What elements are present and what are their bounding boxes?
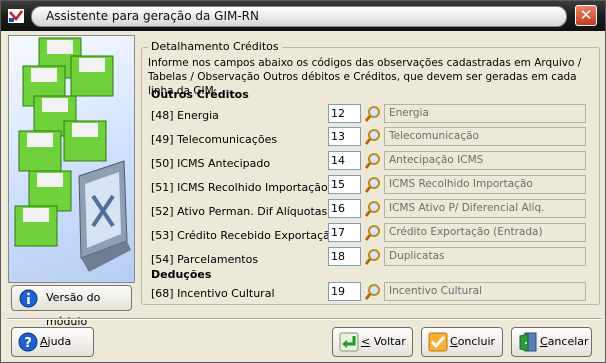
description-field-68: Incentivo Cultural (384, 282, 586, 301)
row-label-68: [68] Incentivo Cultural (151, 287, 275, 300)
magnifier-icon[interactable] (364, 224, 382, 242)
exit-door-icon (519, 332, 537, 352)
group-legend: Detalhamento Créditos (148, 40, 282, 53)
description-field-50: Antecipação ICMS (384, 151, 586, 170)
row-label-50: [50] ICMS Antecipado (151, 157, 271, 170)
description-field-53: Crédito Exportação (Entrada) (384, 223, 586, 242)
svg-text:?: ? (24, 336, 32, 351)
code-input-50[interactable]: 14 (328, 151, 361, 170)
wizard-illustration (8, 35, 135, 283)
title-bar[interactable]: Assistente para geração da GIM-RN ✕ (1, 1, 605, 31)
code-input-51[interactable]: 15 (328, 175, 361, 194)
section-outros-creditos: Outros Créditos (151, 88, 249, 101)
description-field-49: Telecomunicação (384, 127, 586, 146)
row-label-51: [51] ICMS Recolhido Importação (151, 181, 328, 194)
description-field-54: Duplicatas (384, 247, 586, 266)
code-input-53[interactable]: 17 (328, 223, 361, 242)
row-label-52: [52] Ativo Perman. Dif Alíquotas (151, 205, 328, 218)
magnifier-icon[interactable] (364, 105, 382, 123)
section-deducoes: Deduções (151, 268, 212, 281)
window-title: Assistente para geração da GIM-RN (31, 6, 567, 27)
help-button[interactable]: ? Ajuda (11, 327, 94, 357)
close-button[interactable]: ✕ (575, 5, 597, 26)
footer-separator (7, 318, 601, 320)
code-input-68[interactable]: 19 (328, 282, 361, 301)
magnifier-icon[interactable] (364, 283, 382, 301)
code-input-52[interactable]: 16 (328, 199, 361, 218)
magnifier-icon[interactable] (364, 248, 382, 266)
row-label-49: [49] Telecomunicações (151, 133, 278, 146)
magnifier-icon[interactable] (364, 200, 382, 218)
dialog-window: Assistente para geração da GIM-RN ✕ Vers… (0, 0, 606, 363)
cancel-button[interactable]: Cancelar (511, 327, 592, 357)
floppy-disks-illustration (14, 37, 131, 272)
help-question-icon: ? (18, 332, 38, 352)
module-version-label: Versão do módulo (46, 291, 101, 328)
row-label-53: [53] Crédito Recebido Exportação (151, 229, 337, 242)
magnifier-icon[interactable] (364, 128, 382, 146)
green-arrow-back-icon (339, 332, 359, 352)
info-icon (19, 289, 38, 308)
description-field-48: Energia (384, 104, 586, 123)
module-version-button[interactable]: Versão do módulo (11, 285, 132, 328)
code-input-48[interactable]: 12 (328, 104, 361, 123)
code-input-54[interactable]: 18 (328, 247, 361, 266)
check-icon (428, 332, 448, 352)
row-label-48: [48] Energia (151, 109, 219, 122)
description-field-51: ICMS Recolhido Importação (384, 175, 586, 194)
back-button[interactable]: < Voltar (332, 327, 413, 357)
magnifier-icon[interactable] (364, 152, 382, 170)
close-icon: ✕ (579, 6, 593, 24)
finish-button[interactable]: Concluir (421, 327, 503, 357)
gim-app-icon (8, 9, 24, 23)
row-label-54: [54] Parcelamentos (151, 253, 259, 266)
magnifier-icon[interactable] (364, 176, 382, 194)
description-field-52: ICMS Ativo P/ Diferencial Alíq. (384, 199, 586, 218)
code-input-49[interactable]: 13 (328, 127, 361, 146)
